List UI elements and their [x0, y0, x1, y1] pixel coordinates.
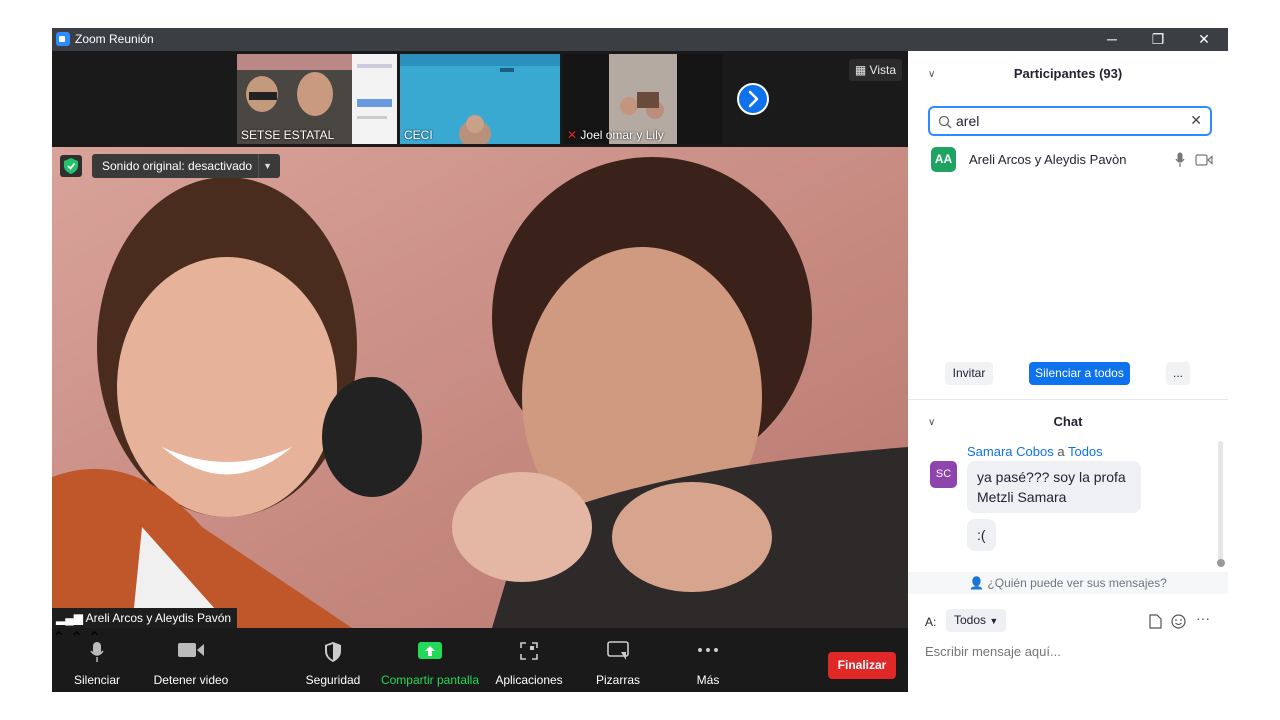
side-panel: ∨ Participantes (93) ✕ AA Areli Arcos y …: [908, 51, 1228, 692]
more-button[interactable]: Más: [682, 628, 734, 692]
share-screen-icon: [418, 642, 442, 659]
stop-video-label: Detener video: [153, 673, 229, 687]
recipient-select[interactable]: Todos ▼: [946, 609, 1007, 632]
chat-sender-line: Samara Cobos a Todos: [967, 444, 1103, 459]
invite-button[interactable]: Invitar: [945, 362, 993, 385]
recipient-select-value: Todos: [954, 613, 987, 627]
zoom-logo-icon: [56, 32, 70, 46]
encryption-shield-icon[interactable]: [60, 155, 82, 177]
file-icon[interactable]: [1149, 614, 1162, 629]
chat-scrollbar[interactable]: [1218, 441, 1223, 563]
participant-row[interactable]: AA Areli Arcos y Aleydis Pavòn: [928, 147, 1213, 173]
chevron-down-icon[interactable]: ▼: [258, 154, 276, 178]
original-sound-toggle[interactable]: Sonido original: desactivado ▼: [92, 154, 281, 178]
search-icon: [938, 115, 952, 129]
participant-name: Areli Arcos y Aleydis Pavòn: [969, 152, 1127, 167]
chat-messages: Samara Cobos a Todos SC ya pasé??? soy l…: [908, 439, 1228, 569]
thumbnail-strip: SETSE ESTATAL CECI ✕ Joel omar y Lily ▦ …: [52, 51, 908, 147]
grid-icon: ▦: [854, 63, 867, 77]
clear-search-icon[interactable]: ✕: [1190, 112, 1202, 129]
video-camera-icon[interactable]: [1195, 154, 1213, 166]
chat-message-bubble: :(: [967, 519, 996, 551]
thumbnail-tile[interactable]: SETSE ESTATAL: [237, 54, 397, 144]
chat-sender[interactable]: Samara Cobos: [967, 444, 1054, 459]
chevron-right-icon: [748, 90, 759, 108]
end-meeting-button[interactable]: Finalizar: [828, 652, 896, 679]
title-bar: Zoom Reunión ─ ❐ ✕: [52, 28, 1228, 51]
security-label: Seguridad: [305, 673, 361, 687]
thumbnail-tile[interactable]: ✕ Joel omar y Lily: [563, 54, 723, 144]
participants-more-button[interactable]: ...: [1166, 362, 1190, 385]
mute-button[interactable]: Silenciar: [74, 628, 120, 692]
view-button[interactable]: ▦ Vista: [848, 59, 902, 81]
window-title: Zoom Reunión: [75, 32, 154, 46]
chat-scrollbar-thumb[interactable]: [1217, 559, 1225, 567]
speaker-name: Areli Arcos y Aleydis Pavón: [85, 611, 232, 625]
whiteboard-label: Pizarras: [595, 673, 640, 687]
microphone-icon[interactable]: [1175, 152, 1185, 167]
share-screen-button[interactable]: Compartir pantalla: [378, 628, 482, 692]
video-camera-icon: [178, 643, 204, 657]
speaker-name-label: ▂▄▆ Areli Arcos y Aleydis Pavón: [52, 608, 238, 628]
search-field[interactable]: [956, 112, 1176, 130]
to-label: A:: [925, 615, 937, 629]
next-page-button[interactable]: [737, 83, 769, 115]
chevron-up-icon[interactable]: ⌃: [52, 630, 65, 647]
apps-button[interactable]: Aplicaciones: [492, 628, 566, 692]
chevron-down-icon: ▼: [989, 616, 999, 626]
who-can-see-messages[interactable]: 👤 ¿Quién puede ver sus mensajes?: [908, 572, 1228, 594]
more-icon: [698, 648, 718, 652]
mute-label: Silenciar: [74, 673, 121, 687]
whiteboard-button[interactable]: Pizarras: [590, 628, 646, 692]
minimize-button[interactable]: ─: [1089, 28, 1135, 51]
view-button-label: Vista: [869, 63, 896, 77]
shield-check-icon: [64, 158, 78, 174]
participants-title: Participantes (93): [1013, 66, 1123, 81]
muted-mic-icon: ✕: [567, 128, 578, 142]
more-label: Más: [696, 673, 720, 687]
participant-search-input[interactable]: ✕: [928, 106, 1212, 136]
meeting-toolbar: Silenciar ⌃ Detener video ⌃ Seguridad Co…: [52, 628, 908, 692]
chat-recipient[interactable]: Todos: [1068, 444, 1103, 459]
restore-button[interactable]: ❐: [1135, 28, 1181, 51]
thumbnail-label: CECI: [404, 128, 433, 142]
mute-all-button[interactable]: Silenciar a todos: [1029, 362, 1130, 385]
chat-to-word: a: [1057, 444, 1065, 459]
thumbnail-label: ✕ Joel omar y Lily: [567, 128, 664, 142]
close-window-button[interactable]: ✕: [1181, 28, 1227, 51]
thumbnail-label: SETSE ESTATAL: [241, 128, 335, 142]
chat-avatar: SC: [930, 461, 957, 488]
chat-message-input[interactable]: [925, 640, 1215, 662]
more-icon[interactable]: ···: [1196, 610, 1210, 626]
apps-icon: [520, 642, 538, 660]
stop-video-button[interactable]: Detener video: [152, 628, 230, 692]
participant-avatar: AA: [931, 147, 956, 172]
who-can-see-label: ¿Quién puede ver sus mensajes?: [987, 576, 1167, 590]
divider: [908, 399, 1228, 400]
security-button[interactable]: Seguridad: [302, 628, 364, 692]
microphone-icon: [90, 642, 104, 662]
original-sound-label: Sonido original: desactivado: [102, 159, 253, 173]
main-video: Sonido original: desactivado ▼ ▂▄▆ Areli…: [52, 147, 908, 628]
person-lock-icon: 👤: [969, 576, 985, 590]
whiteboard-icon: [607, 641, 629, 660]
meeting-area: SETSE ESTATAL CECI ✕ Joel omar y Lily ▦ …: [52, 51, 908, 692]
emoji-icon[interactable]: [1171, 614, 1186, 629]
zoom-window: Zoom Reunión ─ ❐ ✕ SETSE ESTATAL CECI ✕ …: [52, 28, 1228, 692]
chat-title: Chat: [1053, 414, 1083, 429]
thumbnail-tile[interactable]: CECI: [400, 54, 560, 144]
apps-label: Aplicaciones: [495, 673, 563, 687]
speaker-video-image: [52, 147, 908, 628]
chat-message-bubble: ya pasé??? soy la profa Metzli Samara: [967, 461, 1141, 513]
signal-bars-icon: ▂▄▆: [56, 611, 83, 625]
thumbnail-label-text: Joel omar y Lily: [580, 128, 664, 142]
share-screen-label: Compartir pantalla: [380, 673, 480, 687]
shield-icon: [325, 642, 341, 662]
